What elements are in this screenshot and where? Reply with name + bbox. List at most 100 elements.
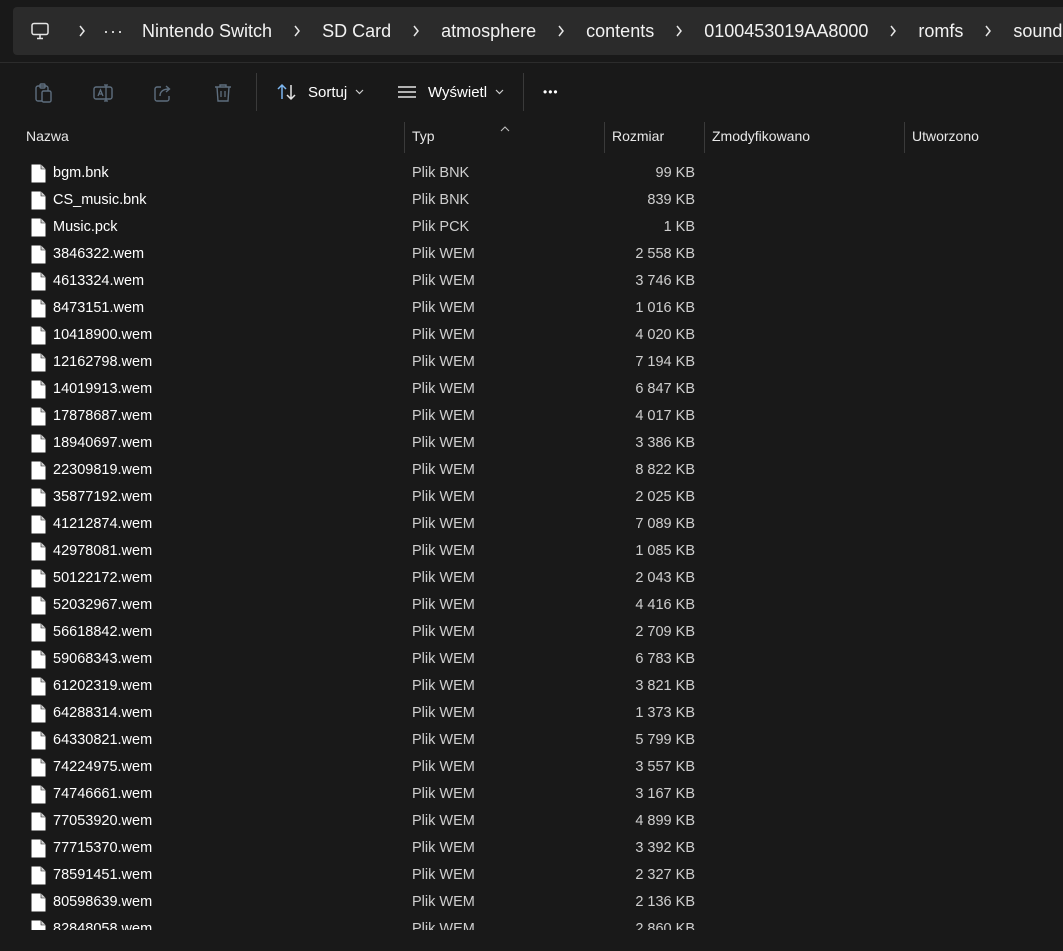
file-row[interactable]: Music.pck Plik PCK 1 KB xyxy=(0,214,1063,241)
file-name: 64288314.wem xyxy=(53,705,153,721)
file-row[interactable]: 82848058.wem Plik WEM 2 860 KB xyxy=(0,916,1063,930)
column-header-name[interactable]: Nazwa xyxy=(19,120,404,153)
trash-icon[interactable] xyxy=(211,81,235,105)
file-row[interactable]: 64288314.wem Plik WEM 1 373 KB xyxy=(0,700,1063,727)
file-row[interactable]: 22309819.wem Plik WEM 8 822 KB xyxy=(0,457,1063,484)
file-size: 2 043 KB xyxy=(635,570,695,586)
file-size: 2 860 KB xyxy=(635,921,695,930)
file-size: 3 386 KB xyxy=(635,435,695,451)
file-name: Music.pck xyxy=(53,219,118,235)
chevron-right-icon[interactable] xyxy=(880,7,906,55)
column-header-created[interactable]: Utworzono xyxy=(905,120,1063,153)
file-row[interactable]: 74746661.wem Plik WEM 3 167 KB xyxy=(0,781,1063,808)
paste-icon[interactable] xyxy=(31,81,55,105)
file-row[interactable]: 59068343.wem Plik WEM 6 783 KB xyxy=(0,646,1063,673)
chevron-right-icon[interactable] xyxy=(666,7,692,55)
file-row[interactable]: 74224975.wem Plik WEM 3 557 KB xyxy=(0,754,1063,781)
file-icon xyxy=(30,622,47,643)
file-icon xyxy=(30,433,47,454)
column-header-type[interactable]: Typ xyxy=(405,120,604,153)
file-type: Plik WEM xyxy=(412,408,475,424)
file-row[interactable]: 77053920.wem Plik WEM 4 899 KB xyxy=(0,808,1063,835)
file-row[interactable]: 41212874.wem Plik WEM 7 089 KB xyxy=(0,511,1063,538)
file-explorer-window: ··· Nintendo Switch SD Card atmosphere c… xyxy=(0,0,1063,951)
chevron-right-icon[interactable] xyxy=(975,7,1001,55)
file-type: Plik WEM xyxy=(412,840,475,856)
sort-button[interactable]: Sortuj xyxy=(276,77,364,107)
file-row[interactable]: 3846322.wem Plik WEM 2 558 KB xyxy=(0,241,1063,268)
file-icon xyxy=(30,244,47,265)
breadcrumb-sd-card[interactable]: SD Card xyxy=(322,7,391,55)
breadcrumb-atmosphere[interactable]: atmosphere xyxy=(441,7,536,55)
file-row[interactable]: 50122172.wem Plik WEM 2 043 KB xyxy=(0,565,1063,592)
file-name: 12162798.wem xyxy=(53,354,153,370)
file-row[interactable]: 14019913.wem Plik WEM 6 847 KB xyxy=(0,376,1063,403)
file-row[interactable]: 18940697.wem Plik WEM 3 386 KB xyxy=(0,430,1063,457)
more-options-button[interactable]: ••• xyxy=(543,77,559,107)
address-bar[interactable]: ··· Nintendo Switch SD Card atmosphere c… xyxy=(13,7,1063,55)
file-row[interactable]: 42978081.wem Plik WEM 1 085 KB xyxy=(0,538,1063,565)
chevron-right-icon[interactable] xyxy=(403,7,429,55)
file-type: Plik WEM xyxy=(412,516,475,532)
breadcrumb-sound[interactable]: sound xyxy=(1013,7,1062,55)
monitor-icon[interactable] xyxy=(29,20,51,42)
file-list: bgm.bnk Plik BNK 99 KB CS_music.bnk Plik BNK… xyxy=(0,160,1063,930)
file-name: 77715370.wem xyxy=(53,840,153,856)
file-type: Plik BNK xyxy=(412,165,470,181)
file-name: 74746661.wem xyxy=(53,786,153,802)
column-header-modified[interactable]: Zmodyfikowano xyxy=(705,120,904,153)
breadcrumb-title-id[interactable]: 0100453019AA8000 xyxy=(704,7,868,55)
file-row[interactable]: 4613324.wem Plik WEM 3 746 KB xyxy=(0,268,1063,295)
file-row[interactable]: 17878687.wem Plik WEM 4 017 KB xyxy=(0,403,1063,430)
file-type: Plik WEM xyxy=(412,894,475,910)
file-icon xyxy=(30,595,47,616)
file-type: Plik WEM xyxy=(412,273,475,289)
rename-icon[interactable] xyxy=(91,81,115,105)
breadcrumb-contents[interactable]: contents xyxy=(586,7,654,55)
file-icon xyxy=(30,757,47,778)
file-row[interactable]: bgm.bnk Plik BNK 99 KB xyxy=(0,160,1063,187)
view-button[interactable]: Wyświetl xyxy=(396,77,504,107)
sort-icon xyxy=(276,82,298,102)
chevron-right-icon[interactable] xyxy=(548,7,574,55)
share-icon[interactable] xyxy=(151,81,175,105)
file-icon xyxy=(30,379,47,400)
file-row[interactable]: 52032967.wem Plik WEM 4 416 KB xyxy=(0,592,1063,619)
file-type: Plik WEM xyxy=(412,597,475,613)
file-icon xyxy=(30,190,47,211)
command-bar: Sortuj Wyświetl ••• xyxy=(0,62,1063,120)
file-row[interactable]: 56618842.wem Plik WEM 2 709 KB xyxy=(0,619,1063,646)
file-icon xyxy=(30,352,47,373)
file-type: Plik WEM xyxy=(412,678,475,694)
file-name: 61202319.wem xyxy=(53,678,153,694)
column-header-row: Nazwa Typ Rozmiar Zmodyfikowano Utworzon… xyxy=(0,120,1063,153)
file-size: 3 746 KB xyxy=(635,273,695,289)
file-row[interactable]: 12162798.wem Plik WEM 7 194 KB xyxy=(0,349,1063,376)
chevron-right-icon[interactable] xyxy=(69,7,95,55)
file-row[interactable]: 80598639.wem Plik WEM 2 136 KB xyxy=(0,889,1063,916)
file-type: Plik WEM xyxy=(412,813,475,829)
breadcrumb-nintendo-switch[interactable]: Nintendo Switch xyxy=(142,7,272,55)
file-type: Plik WEM xyxy=(412,354,475,370)
file-size: 3 167 KB xyxy=(635,786,695,802)
file-name: 56618842.wem xyxy=(53,624,153,640)
file-name: 64330821.wem xyxy=(53,732,153,748)
column-header-size[interactable]: Rozmiar xyxy=(605,120,704,153)
file-row[interactable]: 78591451.wem Plik WEM 2 327 KB xyxy=(0,862,1063,889)
file-row[interactable]: 8473151.wem Plik WEM 1 016 KB xyxy=(0,295,1063,322)
breadcrumb-overflow-button[interactable]: ··· xyxy=(103,7,124,55)
file-name: CS_music.bnk xyxy=(53,192,147,208)
file-row[interactable]: 64330821.wem Plik WEM 5 799 KB xyxy=(0,727,1063,754)
file-icon xyxy=(30,298,47,319)
file-row[interactable]: 10418900.wem Plik WEM 4 020 KB xyxy=(0,322,1063,349)
file-row[interactable]: 77715370.wem Plik WEM 3 392 KB xyxy=(0,835,1063,862)
file-row[interactable]: CS_music.bnk Plik BNK 839 KB xyxy=(0,187,1063,214)
file-size: 4 020 KB xyxy=(635,327,695,343)
file-row[interactable]: 61202319.wem Plik WEM 3 821 KB xyxy=(0,673,1063,700)
chevron-right-icon[interactable] xyxy=(284,7,310,55)
file-row[interactable]: 35877192.wem Plik WEM 2 025 KB xyxy=(0,484,1063,511)
file-name: 22309819.wem xyxy=(53,462,153,478)
file-name: 41212874.wem xyxy=(53,516,153,532)
file-type: Plik WEM xyxy=(412,624,475,640)
breadcrumb-romfs[interactable]: romfs xyxy=(918,7,963,55)
